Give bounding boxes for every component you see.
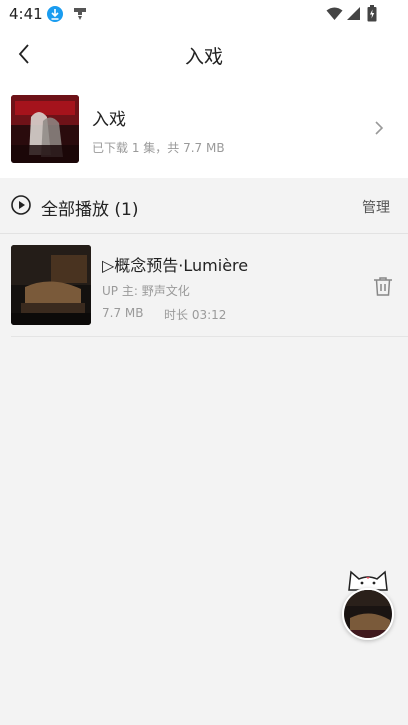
floating-player[interactable] [340, 568, 396, 642]
play-circle-icon[interactable] [11, 195, 31, 215]
trash-icon [374, 277, 392, 296]
manage-button[interactable]: 管理 [362, 197, 390, 217]
app-header: 入戏 [0, 28, 408, 80]
now-playing-disc[interactable] [342, 588, 394, 640]
album-download-info: 已下载 1 集，共 7.7 MB [92, 141, 225, 155]
download-icon [47, 6, 63, 22]
episode-size: 7.7 MB [102, 306, 144, 320]
notification-icon [73, 6, 87, 26]
status-bar: 4:41 [0, 0, 408, 28]
status-time: 4:41 [9, 5, 43, 23]
album-card[interactable]: 入戏 已下载 1 集，共 7.7 MB [0, 80, 408, 178]
album-name: 入戏 [92, 110, 126, 130]
play-all-bar: 全部播放 (1) 管理 [0, 178, 408, 234]
chevron-right-icon [375, 121, 384, 135]
wifi-icon [326, 6, 343, 25]
episode-title: ▷概念预告·Lumière [102, 256, 249, 275]
episode-cover-image [11, 245, 91, 325]
list-item[interactable]: ▷概念预告·Lumière UP 主: 野声文化 7.7 MB 时长 03:12 [11, 235, 408, 337]
signal-icon [346, 6, 361, 25]
play-all-button[interactable]: 全部播放 (1) [41, 195, 138, 220]
page-title: 入戏 [184, 46, 223, 68]
album-cover-image [11, 95, 79, 163]
episode-duration: 时长 03:12 [164, 308, 227, 322]
delete-button[interactable] [372, 275, 396, 299]
episode-uploader: UP 主: 野声文化 [102, 284, 190, 298]
battery-icon [367, 5, 377, 26]
